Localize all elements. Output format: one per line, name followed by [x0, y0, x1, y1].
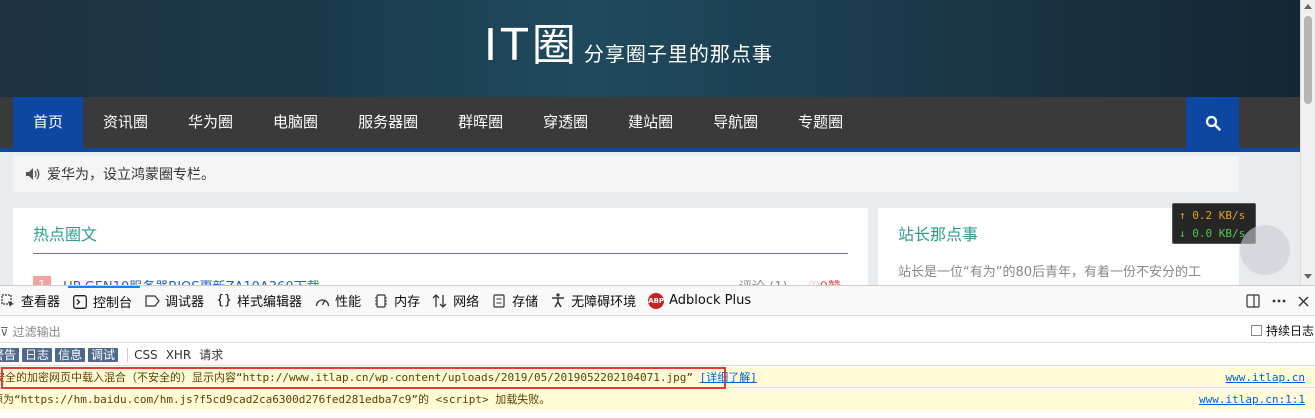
console-level-filters: 警告 日志 信息 调试 CSS XHR 请求 [0, 344, 1315, 366]
level-warning-button[interactable]: 警告 [0, 347, 20, 362]
message-source-link[interactable]: www.itlap.cn:1:1 [1199, 389, 1305, 410]
devtools-tabbar: 查看器 控制台 调试器 {} 样式编辑器 性能 内存 网络 存储 无障碍环境 A… [0, 285, 1315, 316]
category-xhr-button[interactable]: XHR [166, 348, 192, 362]
tab-label: 查看器 [21, 295, 61, 310]
nav-item-website[interactable]: 建站圈 [608, 97, 693, 148]
style-editor-icon: {} [216, 293, 232, 308]
site-banner: IT圈 分享圈子里的那点事 [0, 0, 1300, 97]
tab-label: 无障碍环境 [571, 295, 637, 310]
separator [127, 347, 129, 362]
speaker-icon [25, 167, 41, 181]
scrollbar-thumb[interactable] [1304, 16, 1312, 104]
category-css-button[interactable]: CSS [134, 348, 158, 362]
notice-text[interactable]: 爱华为，设立鸿蒙圈专栏。 [47, 164, 215, 184]
website-viewport: IT圈 分享圈子里的那点事 首页 资讯圈 华为圈 电脑圈 服务器圈 群晖圈 穿透… [0, 0, 1300, 285]
nav-item-home[interactable]: 首页 [13, 97, 84, 148]
debugger-icon [144, 293, 160, 309]
search-icon [1205, 115, 1221, 131]
console-filter-bar: ⊽ 过滤输出 持续日志 [0, 317, 1315, 343]
upload-speed: ↑ 0.2 KB/s [1179, 209, 1246, 222]
page-scrollbar[interactable] [1300, 0, 1315, 285]
memory-icon [373, 293, 389, 309]
hot-posts-panel: 热点圈文 1 HP GEN10服务器BIOS更新ZA10A360下载 评论 (1… [13, 208, 868, 285]
main-nav: 首页 资讯圈 华为圈 电脑圈 服务器圈 群晖圈 穿透圈 建站圈 导航圈 专题圈 [0, 97, 1300, 152]
comment-count[interactable]: 评论 (1) [739, 276, 788, 285]
adblock-icon: ABP [648, 292, 665, 309]
scroll-up-icon[interactable] [1304, 4, 1312, 9]
tab-label: 内存 [394, 295, 421, 310]
inspector-icon [0, 293, 16, 309]
accessibility-icon [550, 293, 566, 309]
tab-label: 调试器 [165, 295, 205, 310]
tab-accessibility[interactable]: 无障碍环境 [546, 286, 644, 316]
close-icon[interactable] [1298, 296, 1309, 307]
tab-label: 性能 [335, 295, 362, 310]
tab-label: 控制台 [93, 296, 133, 311]
like-count[interactable]: ♡0赞 [808, 276, 841, 285]
devtools-controls [1240, 286, 1315, 316]
filter-placeholder: 过滤输出 [12, 325, 61, 339]
tab-label: 存储 [512, 295, 539, 310]
filter-icon: ⊽ [0, 325, 13, 339]
divider [33, 253, 848, 254]
logo-title: IT圈 [484, 20, 580, 71]
list-item: 1 HP GEN10服务器BIOS更新ZA10A360下载 评论 (1) ♡0赞 [33, 276, 848, 285]
tab-storage[interactable]: 存储 [487, 286, 546, 316]
notice-bar: 爱华为，设立鸿蒙圈专栏。 [13, 156, 1239, 192]
floating-button[interactable] [1240, 225, 1290, 275]
tab-label: 样式编辑器 [237, 295, 303, 310]
rank-badge: 1 [33, 276, 51, 285]
nav-item-navigation[interactable]: 导航圈 [693, 97, 778, 148]
level-info-button[interactable]: 信息 [55, 347, 86, 362]
message-text: 源为“https://hm.baidu.com/hm.js?f5cd9cad2c… [0, 393, 551, 406]
about-title: 站长那点事 [898, 225, 979, 244]
nav-item-synology[interactable]: 群晖圈 [438, 97, 523, 148]
performance-icon [314, 293, 330, 309]
tab-console[interactable]: 控制台 [68, 285, 141, 316]
post-link[interactable]: HP GEN10服务器BIOS更新ZA10A360下载 [63, 276, 320, 285]
persist-logs-label: 持续日志 [1266, 324, 1315, 338]
filter-input[interactable]: ⊽ 过滤输出 [0, 323, 61, 340]
site-logo[interactable]: IT圈 分享圈子里的那点事 [484, 18, 773, 74]
storage-icon [491, 293, 507, 309]
logo-slogan: 分享圈子里的那点事 [583, 42, 773, 66]
tab-style-editor[interactable]: {} 样式编辑器 [212, 286, 310, 316]
tab-adblock[interactable]: ABP Adblock Plus [644, 286, 759, 316]
nav-item-computer[interactable]: 电脑圈 [253, 97, 338, 148]
tab-inspector[interactable]: 查看器 [0, 286, 68, 316]
message-source-link[interactable]: www.itlap.cn [1226, 367, 1305, 388]
annotation-highlight-box [1, 367, 726, 389]
network-icon [432, 293, 448, 309]
search-button[interactable] [1186, 97, 1239, 148]
tab-label: Adblock Plus [669, 293, 752, 308]
persist-logs-checkbox[interactable]: 持续日志 [1251, 322, 1314, 339]
nav-item-server[interactable]: 服务器圈 [338, 97, 438, 148]
nav-item-news[interactable]: 资讯圈 [83, 97, 168, 148]
level-log-button[interactable]: 日志 [22, 347, 53, 362]
about-text: 站长是一位“有为”的80后青年，有着一份不安分的工作，做着喜欢的事，有最精彩的人… [898, 265, 1202, 280]
nav-item-tunnel[interactable]: 穿透圈 [523, 97, 608, 148]
nav-item-topics[interactable]: 专题圈 [778, 97, 863, 148]
nav-item-huawei[interactable]: 华为圈 [168, 97, 253, 148]
tab-debugger[interactable]: 调试器 [140, 286, 212, 316]
category-requests-button[interactable]: 请求 [199, 346, 223, 363]
tab-memory[interactable]: 内存 [369, 286, 428, 316]
console-icon [72, 294, 88, 310]
tab-performance[interactable]: 性能 [310, 286, 369, 316]
level-debug-button[interactable]: 调试 [88, 347, 119, 362]
checkbox-icon[interactable] [1251, 325, 1262, 336]
more-options-icon[interactable] [1272, 299, 1286, 303]
console-message[interactable]: 源为“https://hm.baidu.com/hm.js?f5cd9cad2c… [0, 389, 1315, 410]
scroll-down-icon[interactable] [1304, 274, 1312, 279]
dock-icon[interactable] [1246, 294, 1260, 308]
tab-network[interactable]: 网络 [428, 286, 487, 316]
devtools-panel: 查看器 控制台 调试器 {} 样式编辑器 性能 内存 网络 存储 无障碍环境 A… [0, 285, 1315, 418]
tab-label: 网络 [453, 295, 480, 310]
hot-posts-title: 热点圈文 [33, 225, 98, 244]
